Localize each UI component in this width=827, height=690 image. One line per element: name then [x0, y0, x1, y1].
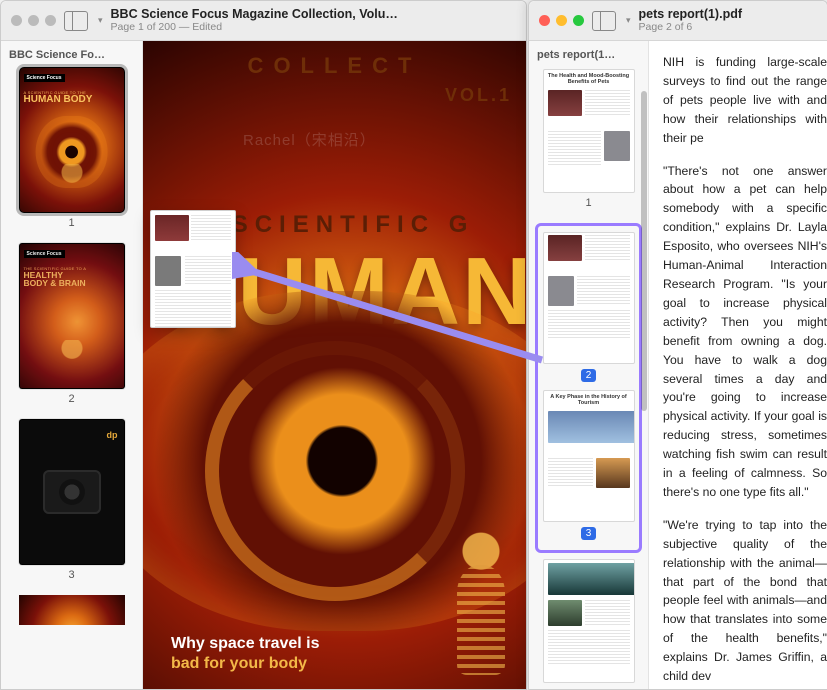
mini-text-lines [548, 630, 630, 664]
traffic-lights-left [11, 15, 56, 26]
mini-text-lines [548, 458, 593, 488]
cover-eyebrow: COLLECT [248, 53, 422, 79]
chevron-down-icon[interactable]: ▾ [626, 15, 631, 26]
thumb-number-badge: 2 [581, 369, 597, 382]
thumb-big: HEALTHY BODY & BRAIN [24, 271, 120, 287]
page-thumbnail-2[interactable] [543, 232, 635, 364]
sidebar-title-left: BBC Science Fo… [1, 41, 142, 67]
mini-image-icon [548, 563, 635, 595]
titlebar-right: ▾ pets report(1).pdf Page 2 of 6 [529, 1, 827, 41]
thumbnail-item[interactable]: dp 3 [19, 419, 125, 591]
titlebar-left: ▾ BBC Science Focus Magazine Collection,… [1, 1, 526, 41]
page-thumbnail-2[interactable]: Science Focus THE SCIENTIFIC GUIDE TO A … [19, 243, 125, 389]
watermark-text: Rachel（宋相沿） [243, 129, 376, 150]
thumb-dp-label: dp [107, 430, 118, 440]
mini-text-lines [585, 600, 630, 626]
mini-image-icon [548, 600, 582, 626]
mini-image-icon [596, 458, 630, 488]
mini-image-icon [548, 411, 635, 443]
mini-heading: A Key Phase in the History of Tourism [544, 391, 634, 409]
mini-text-lines [585, 235, 630, 261]
article-paragraph: "We're trying to tap into the subjective… [663, 516, 827, 686]
article-paragraph: NIH is funding large-scale surveys to fi… [663, 53, 827, 148]
ghost-text-lines [155, 290, 231, 328]
thumb-number-badge: 3 [581, 527, 597, 540]
page-thumbnail-3[interactable]: dp [19, 419, 125, 565]
thumbnail-item[interactable]: The Health and Mood-Boosting Benefits of… [529, 67, 648, 219]
cover-volume: VOL.1 [445, 85, 512, 106]
window-title-left: BBC Science Focus Magazine Collection, V… [111, 8, 516, 22]
zoom-icon[interactable] [573, 15, 584, 26]
thumbnail-sidebar-left[interactable]: BBC Science Fo… Science Focus A SCIENTIF… [1, 41, 143, 689]
chevron-down-icon[interactable]: ▾ [98, 15, 103, 26]
close-icon[interactable] [539, 15, 550, 26]
ghost-heading [151, 245, 235, 254]
mini-heading: The Health and Mood-Boosting Benefits of… [544, 70, 634, 88]
annotation-arrow-icon [232, 252, 552, 372]
drag-ghost-thumbnail[interactable]: 2 [150, 210, 236, 328]
cover-tagline-2: bad for your body [171, 655, 307, 673]
document-view-right[interactable]: NIH is funding large-scale surveys to fi… [649, 41, 827, 689]
page-thumbnail-3[interactable]: A Key Phase in the History of Tourism [543, 390, 635, 522]
mini-image-icon [548, 235, 582, 261]
article-paragraph: "There's not one answer about how a pet … [663, 162, 827, 502]
thumbnail-item[interactable]: Science Focus A SCIENTIFIC GUIDE TO THE … [19, 67, 125, 239]
thumb-big: HUMAN BODY [24, 95, 120, 105]
title-block-right: pets report(1).pdf Page 2 of 6 [639, 8, 817, 33]
mini-subheading [544, 118, 634, 129]
page-thumbnail-4-partial[interactable] [19, 595, 125, 625]
skeleton-graphic-icon [426, 529, 526, 689]
window-title-right: pets report(1).pdf [639, 8, 817, 22]
close-icon[interactable] [11, 15, 22, 26]
thumb-number: 3 [68, 565, 74, 591]
mini-text-lines [548, 131, 601, 165]
window-pets-report: ▾ pets report(1).pdf Page 2 of 6 pets re… [528, 0, 827, 690]
sidebar-title-right: pets report(1… [529, 41, 648, 67]
mini-text-lines [548, 310, 630, 340]
page-thumbnail-1[interactable]: The Health and Mood-Boosting Benefits of… [543, 69, 635, 193]
minimize-icon[interactable] [28, 15, 39, 26]
minimize-icon[interactable] [556, 15, 567, 26]
page-thumbnail-4[interactable] [543, 559, 635, 683]
window-subtitle-right: Page 2 of 6 [639, 22, 817, 34]
mini-image-icon [604, 131, 630, 161]
thumb-number: 1 [585, 193, 591, 217]
cover-guide-line: A SCIENTIFIC G [195, 211, 475, 239]
thumb-number: 1 [68, 213, 74, 239]
thumb-brand: Science Focus [24, 250, 65, 258]
thumbnail-item[interactable] [529, 557, 648, 685]
ghost-text-lines [185, 256, 231, 286]
ghost-image-icon [155, 256, 181, 286]
sidebar-toggle-icon[interactable] [592, 11, 616, 31]
thumb-number: 2 [68, 389, 74, 415]
window-subtitle-left: Page 1 of 200 — Edited [111, 22, 516, 34]
thumbnail-list-left: Science Focus A SCIENTIFIC GUIDE TO THE … [1, 67, 142, 637]
cover-tagline-1: Why space travel is [171, 635, 320, 653]
thumb-brand: Science Focus [24, 74, 65, 82]
skeleton-graphic-icon [55, 164, 89, 210]
mini-subheading [544, 263, 634, 274]
mini-subheading [544, 445, 634, 456]
sidebar-toggle-icon[interactable] [64, 11, 88, 31]
thumbnail-item[interactable] [19, 595, 125, 625]
camera-graphic-icon: dp [20, 420, 124, 564]
page-thumbnail-1[interactable]: Science Focus A SCIENTIFIC GUIDE TO THE … [19, 67, 125, 213]
title-block-left: BBC Science Focus Magazine Collection, V… [111, 8, 516, 33]
scrollbar[interactable] [641, 91, 647, 411]
mini-text-lines [585, 90, 630, 116]
ghost-image-icon [155, 215, 189, 241]
figure-graphic-icon [55, 340, 89, 386]
mini-image-icon [548, 90, 582, 116]
traffic-lights-right [539, 15, 584, 26]
zoom-icon[interactable] [45, 15, 56, 26]
window-body-right: pets report(1… The Health and Mood-Boost… [529, 41, 827, 689]
ghost-text-lines [191, 215, 231, 241]
thumbnail-item[interactable]: Science Focus THE SCIENTIFIC GUIDE TO A … [19, 243, 125, 415]
mini-text-lines [577, 276, 630, 306]
